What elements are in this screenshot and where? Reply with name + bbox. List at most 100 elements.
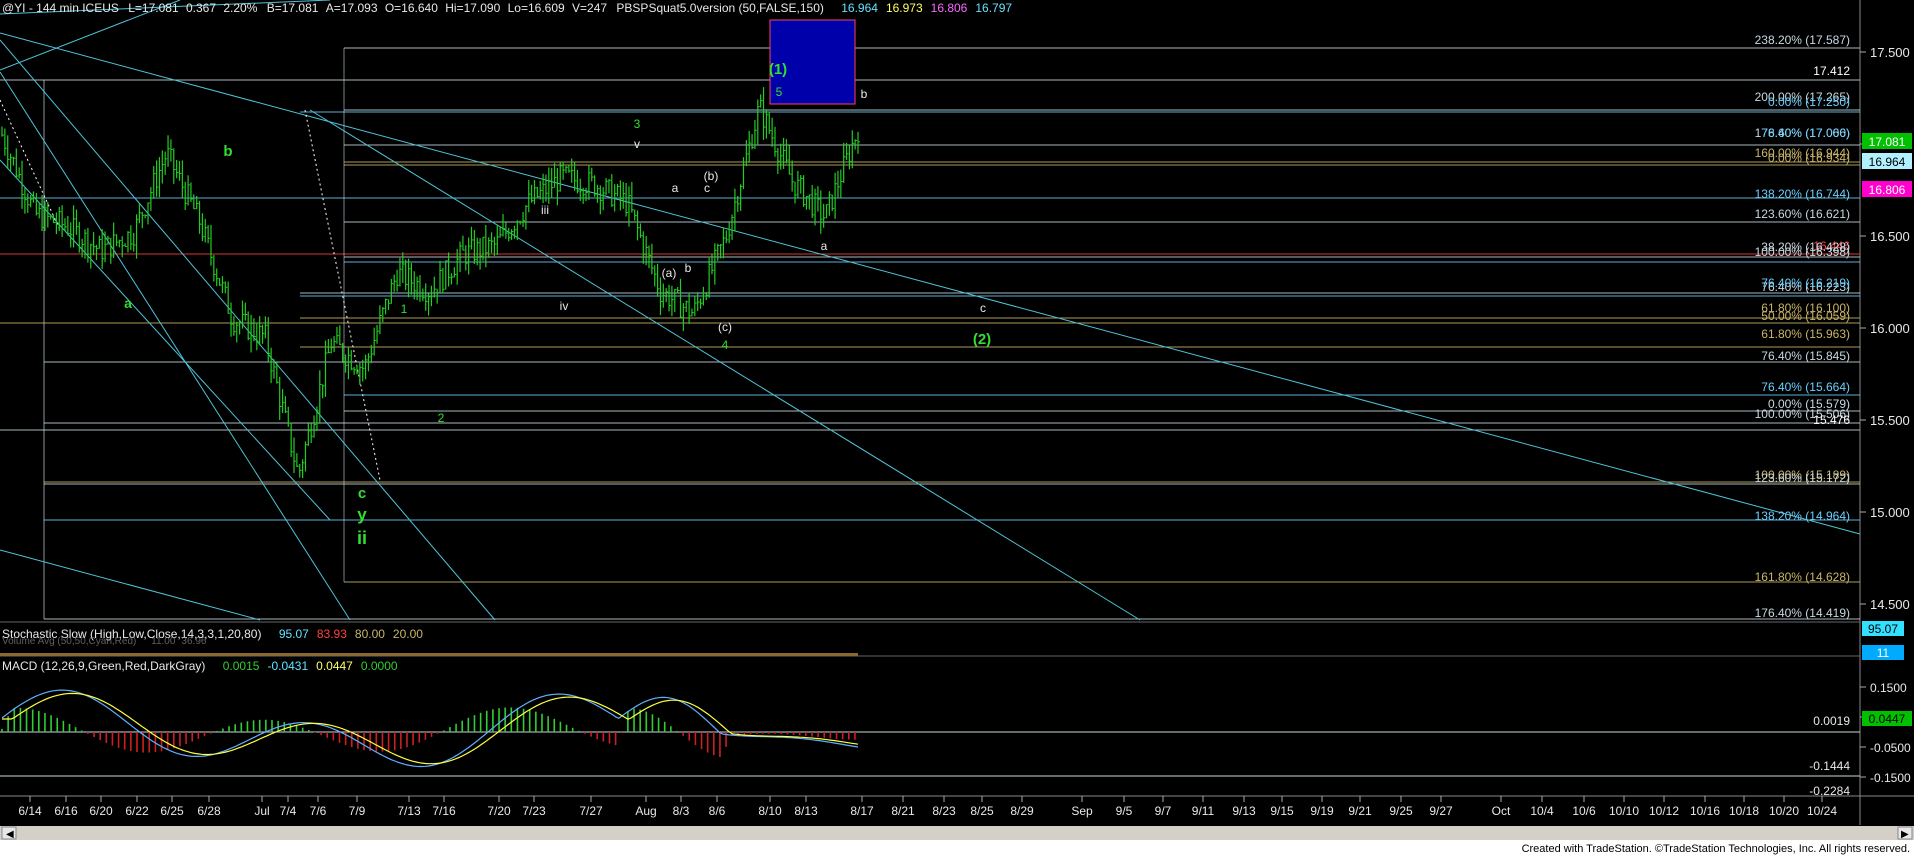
price-tick-label: 15.500 [1870, 413, 1910, 428]
time-tick-label: 7/23 [522, 804, 546, 818]
high: Hi=17.090 [445, 1, 501, 15]
fib-level-label: 78.60% (17.000) [1761, 126, 1850, 140]
time-tick-label: 9/19 [1310, 804, 1334, 818]
last-price: L=17.081 [128, 1, 179, 15]
price-tag: 16.964 [1862, 153, 1912, 169]
time-tick-label: 9/21 [1348, 804, 1372, 818]
time-tick-label: 10/20 [1769, 804, 1799, 818]
volume: V=247 [572, 1, 608, 15]
volume-avg-value: 36.96 [181, 636, 207, 647]
stochastic-value: 83.93 [316, 627, 347, 641]
fib-level-label: 138.20% (16.744) [1755, 187, 1850, 201]
time-tick-label: 8/3 [673, 804, 690, 818]
macd-level-label: -0.2284 [1809, 784, 1850, 798]
time-tick-label: 9/7 [1155, 804, 1172, 818]
volume-avg-header: Volume Avg (50,50,Cyan,Red) 11.00 36.96 [2, 636, 206, 647]
time-tick-label: 6/25 [160, 804, 184, 818]
wave-label-green: y [357, 505, 367, 524]
time-tick-label: 9/27 [1429, 804, 1453, 818]
time-tick-label: 6/22 [125, 804, 149, 818]
macd-level-label: 0.0019 [1813, 714, 1850, 728]
time-tick-label: 8/25 [970, 804, 994, 818]
time-tick-label: 8/21 [891, 804, 915, 818]
macd-value: -0.0431 [267, 659, 309, 673]
volume-avg-title: Volume Avg (50,50,Cyan,Red) [2, 636, 137, 647]
time-tick-label: Oct [1492, 804, 1511, 818]
wave-label-white: c [980, 301, 986, 315]
fib-level-label: 160.00% (16.944) [1755, 146, 1850, 160]
price-tick-label: 14.500 [1870, 597, 1910, 612]
fib-level-label: 76.40% (15.845) [1761, 349, 1850, 363]
time-tick-label: 8/29 [1010, 804, 1034, 818]
stochastic-tag-label: 95.07 [1868, 622, 1898, 636]
time-tick-label: 10/10 [1609, 804, 1639, 818]
horizontal-scrollbar[interactable]: ◀ ▶ [0, 826, 1914, 840]
scroll-left-icon: ◀ [6, 829, 14, 840]
time-tick-label: 7/27 [579, 804, 603, 818]
volume-avg-value: 11.00 [151, 636, 176, 647]
fib-level-label: 0.00% (17.250) [1768, 95, 1850, 109]
time-tick-label: 8/23 [932, 804, 956, 818]
study-value: 16.973 [885, 1, 923, 15]
stochastic-values: 95.07 83.93 80.00 20.00 [271, 627, 423, 641]
volume-avg-values: 11.00 36.96 [145, 636, 206, 647]
fib-level-label: 50.00% (16.059) [1761, 309, 1850, 323]
fib-level-label: 100.00% (16.398) [1755, 245, 1850, 259]
wave-label-green: ii [357, 528, 367, 548]
wave-label-white: iii [541, 203, 549, 217]
change: 0.367 [185, 1, 216, 15]
study-value: 16.797 [975, 1, 1013, 15]
time-tick-label: 10/24 [1807, 804, 1837, 818]
study-value: 16.806 [930, 1, 968, 15]
time-tick-label: 9/5 [1116, 804, 1133, 818]
study-value: 16.964 [841, 1, 878, 15]
time-tick-label: 9/15 [1270, 804, 1294, 818]
fib-level-label: 138.20% (14.964) [1755, 509, 1850, 523]
wave-label-green: 2 [438, 411, 445, 425]
macd-values: 0.0015 -0.0431 0.0447 0.0000 [215, 659, 398, 673]
time-tick-label: 7/6 [310, 804, 327, 818]
time-tick-label: 10/4 [1530, 804, 1554, 818]
macd-header: MACD (12,26,9,Green,Red,DarkGray) 0.0015… [2, 659, 398, 673]
time-tick-label: Jul [254, 804, 269, 818]
macd-level-label: -0.1444 [1809, 759, 1850, 773]
macd-tick-label: 0.1500 [1870, 681, 1907, 695]
macd-tick-label: -0.0500 [1870, 741, 1911, 755]
macd-tag: 0.0447 [1862, 711, 1912, 726]
wave-label-white: iv [560, 299, 569, 313]
wave-label-green: (1) [769, 61, 787, 78]
open: O=16.640 [384, 1, 438, 15]
time-tick-label: 9/25 [1389, 804, 1413, 818]
time-tick-label: 7/13 [397, 804, 421, 818]
time-tick-label: 7/16 [432, 804, 456, 818]
time-tick-label: 6/20 [89, 804, 113, 818]
time-tick-label: 9/13 [1232, 804, 1256, 818]
scrollbar-track[interactable] [0, 826, 1914, 840]
macd-tick-label: -0.1500 [1870, 771, 1911, 785]
fib-level-label: 15.476 [1813, 413, 1850, 427]
wave-label-green: a [124, 295, 132, 311]
bid: B=17.081 [266, 1, 319, 15]
wave-label-green: 5 [776, 85, 783, 99]
stochastic-value: 80.00 [354, 627, 385, 641]
wave-label-green: c [358, 485, 366, 502]
time-tick-label: 9/11 [1192, 804, 1215, 818]
price-tag-label: 16.806 [1869, 183, 1906, 197]
price-tag-label: 16.964 [1869, 155, 1906, 169]
wave-label-green: 1 [401, 302, 408, 316]
fib-level-label: 238.20% (17.587) [1755, 33, 1850, 47]
wave-label-white: v [634, 137, 640, 151]
macd-title: MACD (12,26,9,Green,Red,DarkGray) [2, 659, 206, 673]
wave-label-white: a [672, 181, 679, 195]
time-tick-label: 7/4 [280, 804, 297, 818]
wave-label-green: 4 [722, 338, 729, 352]
wave-label-white: (c) [718, 320, 732, 334]
time-tick-label: 6/28 [197, 804, 221, 818]
stochastic-value: 95.07 [278, 627, 309, 641]
fib-level-label: 176.40% (14.419) [1755, 606, 1850, 620]
price-tag: 16.806 [1862, 181, 1912, 197]
wave-label-green: 3 [634, 117, 641, 131]
price-tag: 17.081 [1862, 133, 1912, 149]
time-tick-label: 10/18 [1729, 804, 1759, 818]
time-tick-label: 10/12 [1649, 804, 1679, 818]
